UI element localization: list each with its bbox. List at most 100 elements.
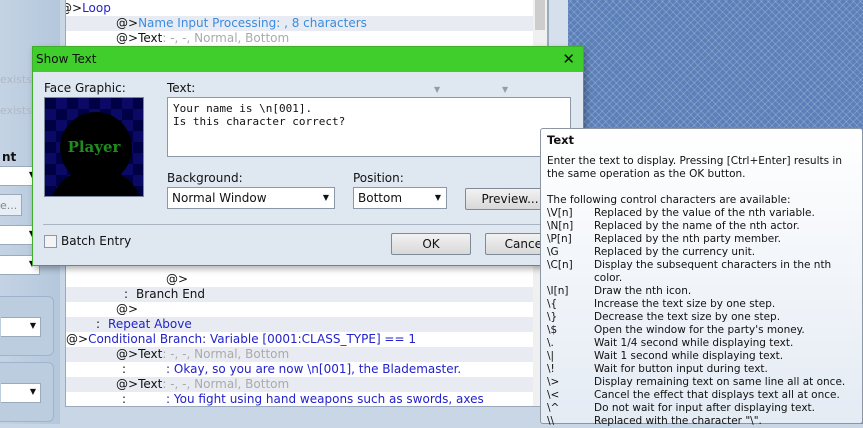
position-label: Position:	[353, 171, 404, 185]
dialog-title: Show Text	[36, 52, 97, 66]
control-code-description: Do not wait for input after displaying t…	[594, 402, 815, 414]
list-item[interactable]: @>Text: -, -, Normal, Bottom	[66, 347, 533, 362]
control-code-item: \I[n] Draw the nth icon.	[547, 285, 856, 298]
control-code: \{	[547, 298, 558, 310]
browse-button[interactable]: e...	[0, 194, 22, 216]
control-code-item: \{ Increase the text size by one step.	[547, 298, 856, 311]
list-item[interactable]: @>Name Input Processing: , 8 characters	[66, 16, 533, 31]
control-code-description: Display remaining text on same line all …	[594, 376, 846, 388]
control-code: \|	[547, 350, 555, 362]
control-code-description: Wait 1 second while displaying text.	[594, 350, 784, 362]
background-label: Background:	[167, 171, 243, 185]
position-select[interactable]: Bottom	[353, 187, 447, 209]
command-text: Text	[138, 347, 163, 361]
control-code-item: \< Cancel the effect that displays text a…	[547, 389, 856, 402]
command-text: Repeat Above	[108, 317, 192, 331]
row-marker: :	[122, 392, 127, 406]
control-code: \I[n]	[547, 285, 569, 297]
list-item[interactable]: : Branch End	[66, 287, 533, 302]
row-marker: @>	[116, 16, 139, 30]
tooltip-list-header: The following control characters are ava…	[547, 194, 791, 206]
control-code-item: \\ Replaced with the character "\".	[547, 415, 856, 428]
list-item[interactable]: @>Text: -, -, Normal, Bottom	[66, 31, 533, 46]
tooltip-title: Text	[547, 133, 575, 147]
face-graphic[interactable]: Player	[44, 97, 144, 197]
chevron-down-icon[interactable]: ▼	[502, 85, 508, 94]
control-code: \\	[547, 415, 555, 427]
command-params: : -, -, Normal, Bottom	[162, 377, 290, 391]
control-code-item: \| Wait 1 second while displaying text.	[547, 350, 856, 363]
control-code: \^	[547, 402, 560, 414]
list-item[interactable]: @>Text: -, -, Normal, Bottom	[66, 377, 533, 392]
scrollbar-thumb[interactable]	[535, 0, 545, 30]
control-code-item: \! Wait for button input during text.	[547, 363, 856, 376]
row-marker: @>	[116, 347, 139, 361]
group-box	[0, 296, 54, 356]
row-marker: @>	[116, 31, 139, 45]
control-code-description: Wait for button input during text.	[594, 363, 768, 375]
control-code-item: \N[n] Replaced by the name of the nth act…	[547, 220, 856, 233]
control-code-item: \^ Do not wait for input after displaying…	[547, 402, 856, 415]
control-code: \C[n]	[547, 259, 573, 271]
message-textarea[interactable]: Your name is \n[001]. Is this character …	[167, 97, 571, 157]
control-code: \>	[547, 376, 560, 388]
dropdown[interactable]	[1, 317, 41, 337]
control-code: \P[n]	[547, 233, 572, 245]
command-params: : -, -, Normal, Bottom	[162, 347, 290, 361]
batch-entry-label: Batch Entry	[61, 234, 132, 248]
row-marker: @>	[66, 1, 83, 15]
control-code-description: Replaced by the name of the nth actor.	[594, 220, 800, 232]
control-code-item: \} Decrease the text size by one step.	[547, 311, 856, 324]
command-text: : You fight using hand weapons such as s…	[166, 392, 484, 406]
row-marker: :	[122, 362, 127, 376]
row-marker: @>	[66, 332, 89, 346]
list-item[interactable]: @>Loop	[66, 1, 533, 16]
command-text: Name Input Processing: , 8 characters	[138, 16, 367, 30]
control-code: \G	[547, 246, 559, 258]
control-code-description: Increase the text size by one step.	[594, 298, 776, 310]
control-code-description: Replaced by the currency unit.	[594, 246, 756, 258]
control-code-item: \V[n] Replaced by the value of the nth va…	[547, 207, 856, 220]
control-code: \<	[547, 389, 560, 401]
control-code-description: Replaced by the nth party member.	[594, 233, 781, 245]
control-code-item: \. Wait 1/4 second while displaying text.	[547, 337, 856, 350]
control-code-description: Decrease the text size by one step.	[594, 311, 781, 323]
divider	[43, 224, 583, 225]
command-text: Conditional Branch: Variable [0001:CLASS…	[88, 332, 416, 346]
faded-text: exists	[0, 104, 32, 117]
control-code-description: Draw the nth icon.	[594, 285, 692, 297]
ok-button[interactable]: OK	[391, 233, 471, 255]
list-item[interactable]: : Repeat Above	[66, 317, 533, 332]
control-code: \}	[547, 311, 558, 323]
close-icon[interactable]: ✕	[562, 47, 575, 72]
show-text-dialog: Show Text ✕ Face Graphic: Player Text: ▼…	[32, 46, 584, 266]
row-marker: @>	[166, 272, 189, 286]
list-item[interactable]: : : Okay, so you are now \n[001], the Bla…	[66, 362, 533, 377]
control-code-item: \G Replaced by the currency unit.	[547, 246, 856, 259]
command-text: : Okay, so you are now \n[001], the Blad…	[166, 362, 462, 376]
command-text: Text	[138, 31, 163, 45]
control-code: \N[n]	[547, 220, 574, 232]
control-code-description: Cancel the effect that displays text all…	[594, 389, 840, 401]
command-text: Loop	[82, 1, 111, 15]
list-item[interactable]: : : You fight using hand weapons such as …	[66, 392, 533, 406]
dropdown[interactable]	[1, 383, 41, 403]
batch-entry-checkbox[interactable]	[44, 235, 57, 248]
control-code-description: Replaced with the character "\".	[594, 415, 762, 427]
face-name: Player	[67, 138, 121, 156]
control-code-description: Wait 1/4 second while displaying text.	[594, 337, 794, 349]
chevron-down-icon[interactable]: ▼	[434, 85, 440, 94]
control-code-item: \$ Open the window for the party's money.	[547, 324, 856, 337]
list-item[interactable]: @>	[66, 302, 533, 317]
group-box	[0, 362, 54, 422]
control-code: \!	[547, 363, 555, 375]
title-bar: Show Text ✕	[33, 47, 583, 72]
list-item[interactable]: @>	[66, 272, 533, 287]
row-marker: :	[96, 317, 101, 331]
background-select[interactable]: Normal Window	[167, 187, 335, 209]
list-item[interactable]: @>Conditional Branch: Variable [0001:CLA…	[66, 332, 533, 347]
text-label: Text:	[167, 81, 196, 95]
row-marker: :	[124, 287, 129, 301]
command-text: Text	[138, 377, 163, 391]
row-marker: @>	[116, 302, 139, 316]
